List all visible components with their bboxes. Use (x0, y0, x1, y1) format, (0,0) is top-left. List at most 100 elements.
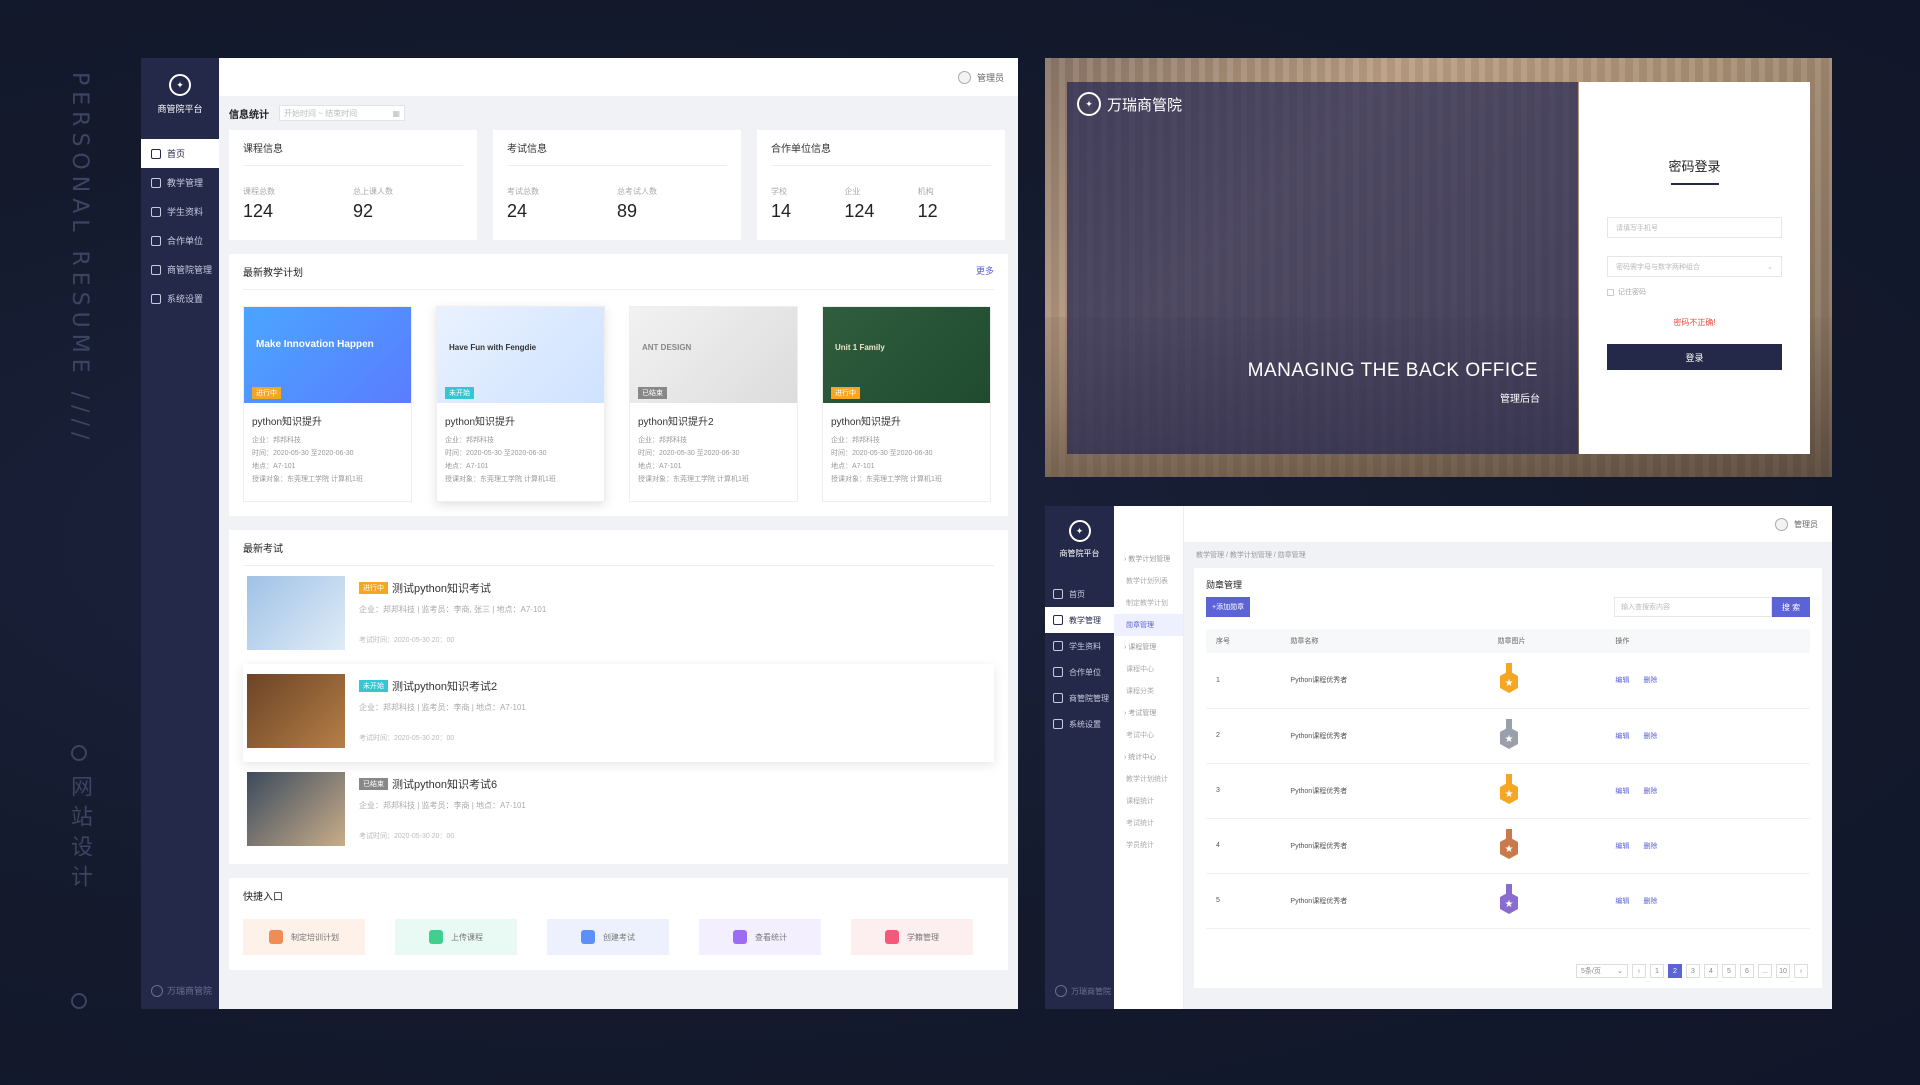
account-input[interactable]: 请填写手机号 (1607, 217, 1782, 238)
status-badge: 进行中 (252, 387, 281, 399)
sidebar-item[interactable]: 学生资料 (1045, 633, 1114, 659)
page-number[interactable]: 5 (1722, 964, 1736, 978)
exam-item[interactable]: 进行中 测试python知识考试 企业：邦邦科技 | 监考员：李商, 张三 | 地点… (243, 566, 994, 664)
plan-card[interactable]: Unit 1 Family 进行中 python知识提升 企业：邦邦科技 时间：2020… (822, 306, 991, 502)
plan-image: Make Innovation Happen 进行中 (244, 307, 411, 403)
plan-meta: 时间：2020-05-30 至2020-06-30 (831, 450, 933, 457)
page-number[interactable]: 1 (1650, 964, 1664, 978)
page-number[interactable]: 10 (1776, 964, 1790, 978)
medal-image-cell: ★ (1487, 708, 1606, 764)
sub-menu-group[interactable]: › 考试管理 (1114, 702, 1183, 724)
plan-meta: 时间：2020-05-30 至2020-06-30 (252, 450, 354, 457)
search-placeholder: 输入查搜索内容 (1621, 604, 1670, 611)
avatar[interactable] (957, 70, 971, 84)
sidebar-item[interactable]: 系统设置 (141, 284, 219, 313)
quick-entry-button[interactable]: 上传课程 (395, 919, 517, 955)
page-size-select[interactable]: 5条/页 ⌄ (1576, 964, 1628, 978)
sidebar-item[interactable]: 教学管理 (141, 168, 219, 197)
login-error: 密码不正确! (1673, 318, 1716, 327)
plans-title: 最新教学计划 (243, 268, 303, 279)
exam-info: 已结束 测试python知识考试6 企业：邦邦科技 | 监考员：李商 | 地点：A7… (359, 772, 526, 850)
login-title: 密码登录 (1668, 159, 1721, 174)
sub-menu-group[interactable]: › 课程管理 (1114, 636, 1183, 658)
avatar[interactable] (1775, 517, 1788, 531)
sub-menu-item[interactable]: 教学计划统计 (1114, 768, 1183, 790)
sub-menu-item[interactable]: 勋章管理 (1114, 614, 1183, 636)
sidebar-logo[interactable]: ✦ 商管院平台 (141, 58, 219, 115)
quick-entry-button[interactable]: 学籍管理 (851, 919, 973, 955)
sidebar-item[interactable]: 首页 (1045, 581, 1114, 607)
page-number[interactable]: 3 (1686, 964, 1700, 978)
building-icon (151, 235, 161, 246)
sidebar-item[interactable]: 系统设置 (1045, 711, 1114, 737)
add-medal-button[interactable]: +添加勋章 (1206, 597, 1251, 617)
plan-card[interactable]: Make Innovation Happen 进行中 python知识提升 企业：邦邦… (243, 306, 412, 502)
next-page-button[interactable]: › (1794, 964, 1808, 978)
plan-image: Unit 1 Family 进行中 (823, 307, 990, 403)
sidebar-logo[interactable]: ✦ 商管院平台 (1045, 506, 1114, 559)
page-number[interactable]: 4 (1704, 964, 1718, 978)
search-input[interactable]: 输入查搜索内容 (1614, 597, 1772, 617)
prev-page-button[interactable]: ‹ (1632, 964, 1646, 978)
sidebar-item[interactable]: 教学管理 (1045, 607, 1114, 633)
sidebar-item[interactable]: 商管院管理 (141, 255, 219, 284)
quick-entry-label: 制定培训计划 (291, 932, 339, 942)
sub-menu-item[interactable]: 制定教学计划 (1114, 592, 1183, 614)
plan-card[interactable]: Have Fun with Fengdie 未开始 python知识提升 企业：邦邦科… (436, 306, 605, 502)
login-button[interactable]: 登录 (1607, 344, 1782, 370)
edit-button[interactable]: 编辑 (1615, 677, 1629, 684)
quick-entry-label: 创建考试 (603, 932, 635, 942)
sub-menu-item[interactable]: 考试统计 (1114, 812, 1183, 834)
remember-checkbox[interactable] (1607, 288, 1614, 296)
sub-menu-item[interactable]: 学员统计 (1114, 834, 1183, 856)
sub-menu-item[interactable]: 教学计划列表 (1114, 570, 1183, 592)
delete-button[interactable]: 删除 (1643, 898, 1657, 905)
delete-button[interactable]: 删除 (1643, 733, 1657, 740)
edit-button[interactable]: 编辑 (1615, 898, 1629, 905)
quick-entry-button[interactable]: 创建考试 (547, 919, 669, 955)
more-link[interactable]: 更多 (976, 264, 994, 279)
delete-button[interactable]: 删除 (1643, 843, 1657, 850)
delete-button[interactable]: 删除 (1643, 788, 1657, 795)
sidebar: ✦ 商管院平台 首页 教学管理 学生资料 合作单位 商管院管理 系统设置 万瑞商管院 (141, 58, 219, 1009)
page-number[interactable]: 2 (1668, 964, 1682, 978)
eye-icon[interactable]: ⌄ (1767, 263, 1773, 271)
exam-meta: 企业：邦邦科技 | 监考员：李商 | 地点：A7-101 (359, 703, 526, 712)
stat-item: 学校 14 (771, 186, 844, 222)
edit-button[interactable]: 编辑 (1615, 733, 1629, 740)
password-input[interactable]: 密码需字母与数字两种组合 ⌄ (1607, 256, 1782, 277)
date-range-input[interactable]: 开始时间 ~ 结束时间 ▦ (279, 105, 405, 121)
edit-button[interactable]: 编辑 (1615, 843, 1629, 850)
sub-menu-group[interactable]: › 统计中心 (1114, 746, 1183, 768)
sidebar-item[interactable]: 商管院管理 (1045, 685, 1114, 711)
exam-item[interactable]: 未开始 测试python知识考试2 企业：邦邦科技 | 监考员：李商 | 地点：A7… (243, 664, 994, 762)
sidebar-footer: 万瑞商管院 (151, 984, 212, 997)
platform-name: 商管院平台 (157, 104, 203, 114)
search-button[interactable]: 搜 索 (1772, 597, 1810, 617)
sidebar-item[interactable]: 合作单位 (141, 226, 219, 255)
exam-title-row: 进行中 测试python知识考试 (359, 580, 546, 596)
delete-button[interactable]: 删除 (1643, 677, 1657, 684)
user-name[interactable]: 管理员 (1794, 519, 1818, 530)
plan-card[interactable]: ANT DESIGN 已结束 python知识提升2 企业：邦邦科技 时间：2020-0… (629, 306, 798, 502)
sub-menu-group[interactable]: › 教学计划管理 (1114, 548, 1183, 570)
sidebar-item[interactable]: 学生资料 (141, 197, 219, 226)
edit-button[interactable]: 编辑 (1615, 788, 1629, 795)
sub-menu-item[interactable]: 课程中心 (1114, 658, 1183, 680)
quick-entry-button[interactable]: 查看统计 (699, 919, 821, 955)
quick-entry-button[interactable]: 制定培训计划 (243, 919, 365, 955)
page-number[interactable]: 6 (1740, 964, 1754, 978)
sidebar-item[interactable]: 合作单位 (1045, 659, 1114, 685)
page-number[interactable]: ... (1758, 964, 1772, 978)
user-name[interactable]: 管理员 (977, 71, 1004, 84)
manage-icon (1053, 693, 1063, 703)
sidebar-item[interactable]: 首页 (141, 139, 219, 168)
plan-meta: 企业：邦邦科技 (638, 437, 687, 444)
logo-icon: ✦ (1068, 520, 1091, 542)
remember-row[interactable]: 记住密码 (1607, 287, 1782, 297)
sub-menu: › 教学计划管理 教学计划列表 制定教学计划 勋章管理 › 课程管理 课程中心 课程分类 › … (1114, 506, 1184, 1009)
sub-menu-item[interactable]: 考试中心 (1114, 724, 1183, 746)
sub-menu-item[interactable]: 课程统计 (1114, 790, 1183, 812)
sub-menu-item[interactable]: 课程分类 (1114, 680, 1183, 702)
exam-item[interactable]: 已结束 测试python知识考试6 企业：邦邦科技 | 监考员：李商 | 地点：A7… (243, 762, 994, 860)
